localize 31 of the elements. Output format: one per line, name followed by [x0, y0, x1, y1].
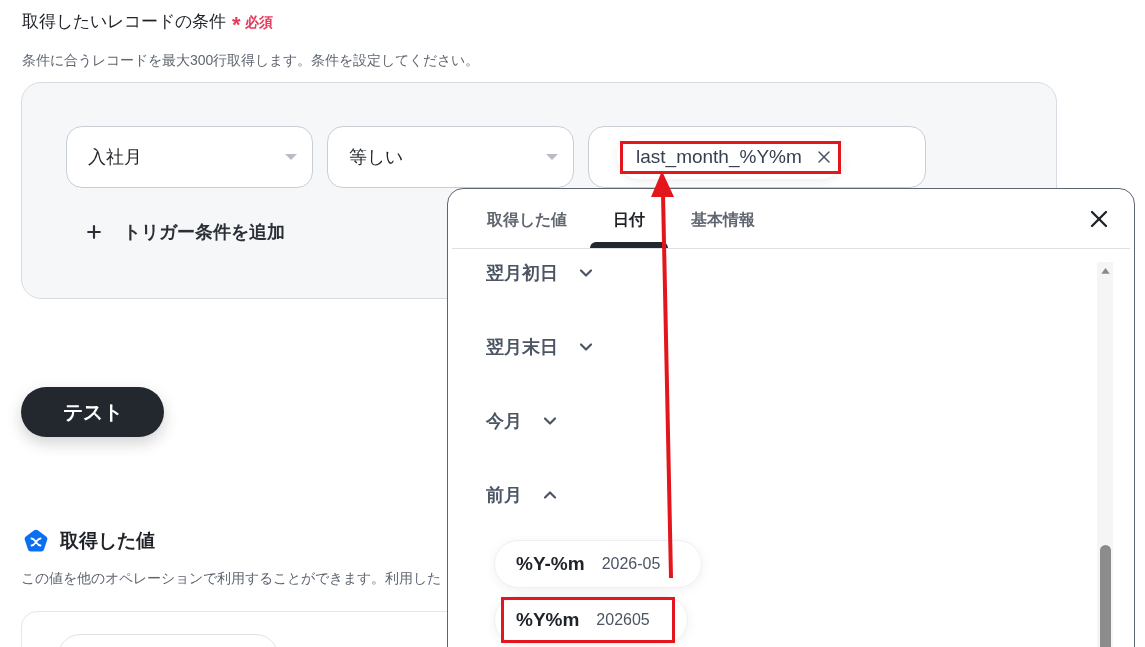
- caret-down-icon: [285, 154, 297, 160]
- picker-tab[interactable]: 取得した値: [487, 208, 567, 231]
- section-title: 取得したいレコードの条件: [22, 11, 226, 33]
- output-title: 取得した値: [60, 529, 155, 553]
- format-option[interactable]: %Y%m 202605: [494, 596, 688, 644]
- chip-label: last_month_%Y%m: [636, 145, 802, 169]
- date-group-header[interactable]: 翌月初日: [486, 261, 596, 285]
- date-group-header[interactable]: 今月: [486, 409, 560, 433]
- up-triangle-icon[interactable]: [1100, 268, 1110, 274]
- required-asterisk: *: [232, 11, 241, 33]
- format-label: %Y-%m: [516, 551, 585, 576]
- output-description: この値を他のオペレーションで利用することができます。利用した: [21, 569, 441, 588]
- caret-down-icon: [546, 154, 558, 160]
- format-example: 202605: [596, 610, 650, 630]
- date-group-header[interactable]: 前月: [486, 483, 560, 507]
- plus-icon: [84, 222, 104, 242]
- date-group-header[interactable]: 翌月末日: [486, 335, 596, 359]
- test-button[interactable]: テスト: [21, 387, 164, 437]
- add-condition-button[interactable]: トリガー条件を追加: [84, 218, 285, 246]
- field-select[interactable]: 入社月: [66, 126, 313, 188]
- required-label: 必須: [244, 13, 273, 32]
- pentagon-x-icon: [24, 529, 48, 553]
- section-description: 条件に合うレコードを最大300行取得します。条件を設定してください。: [22, 51, 480, 70]
- format-example: 2026-05: [601, 554, 661, 574]
- format-option[interactable]: %Y-%m 2026-05: [494, 540, 703, 588]
- picker-tab[interactable]: 日付: [613, 208, 645, 231]
- value-field[interactable]: last_month_%Y%m: [588, 126, 926, 188]
- scrollbar-thumb[interactable]: [1099, 544, 1111, 647]
- format-label: %Y%m: [516, 607, 580, 632]
- operator-select[interactable]: 等しい: [327, 126, 574, 188]
- picker-tab[interactable]: 基本情報: [691, 208, 755, 231]
